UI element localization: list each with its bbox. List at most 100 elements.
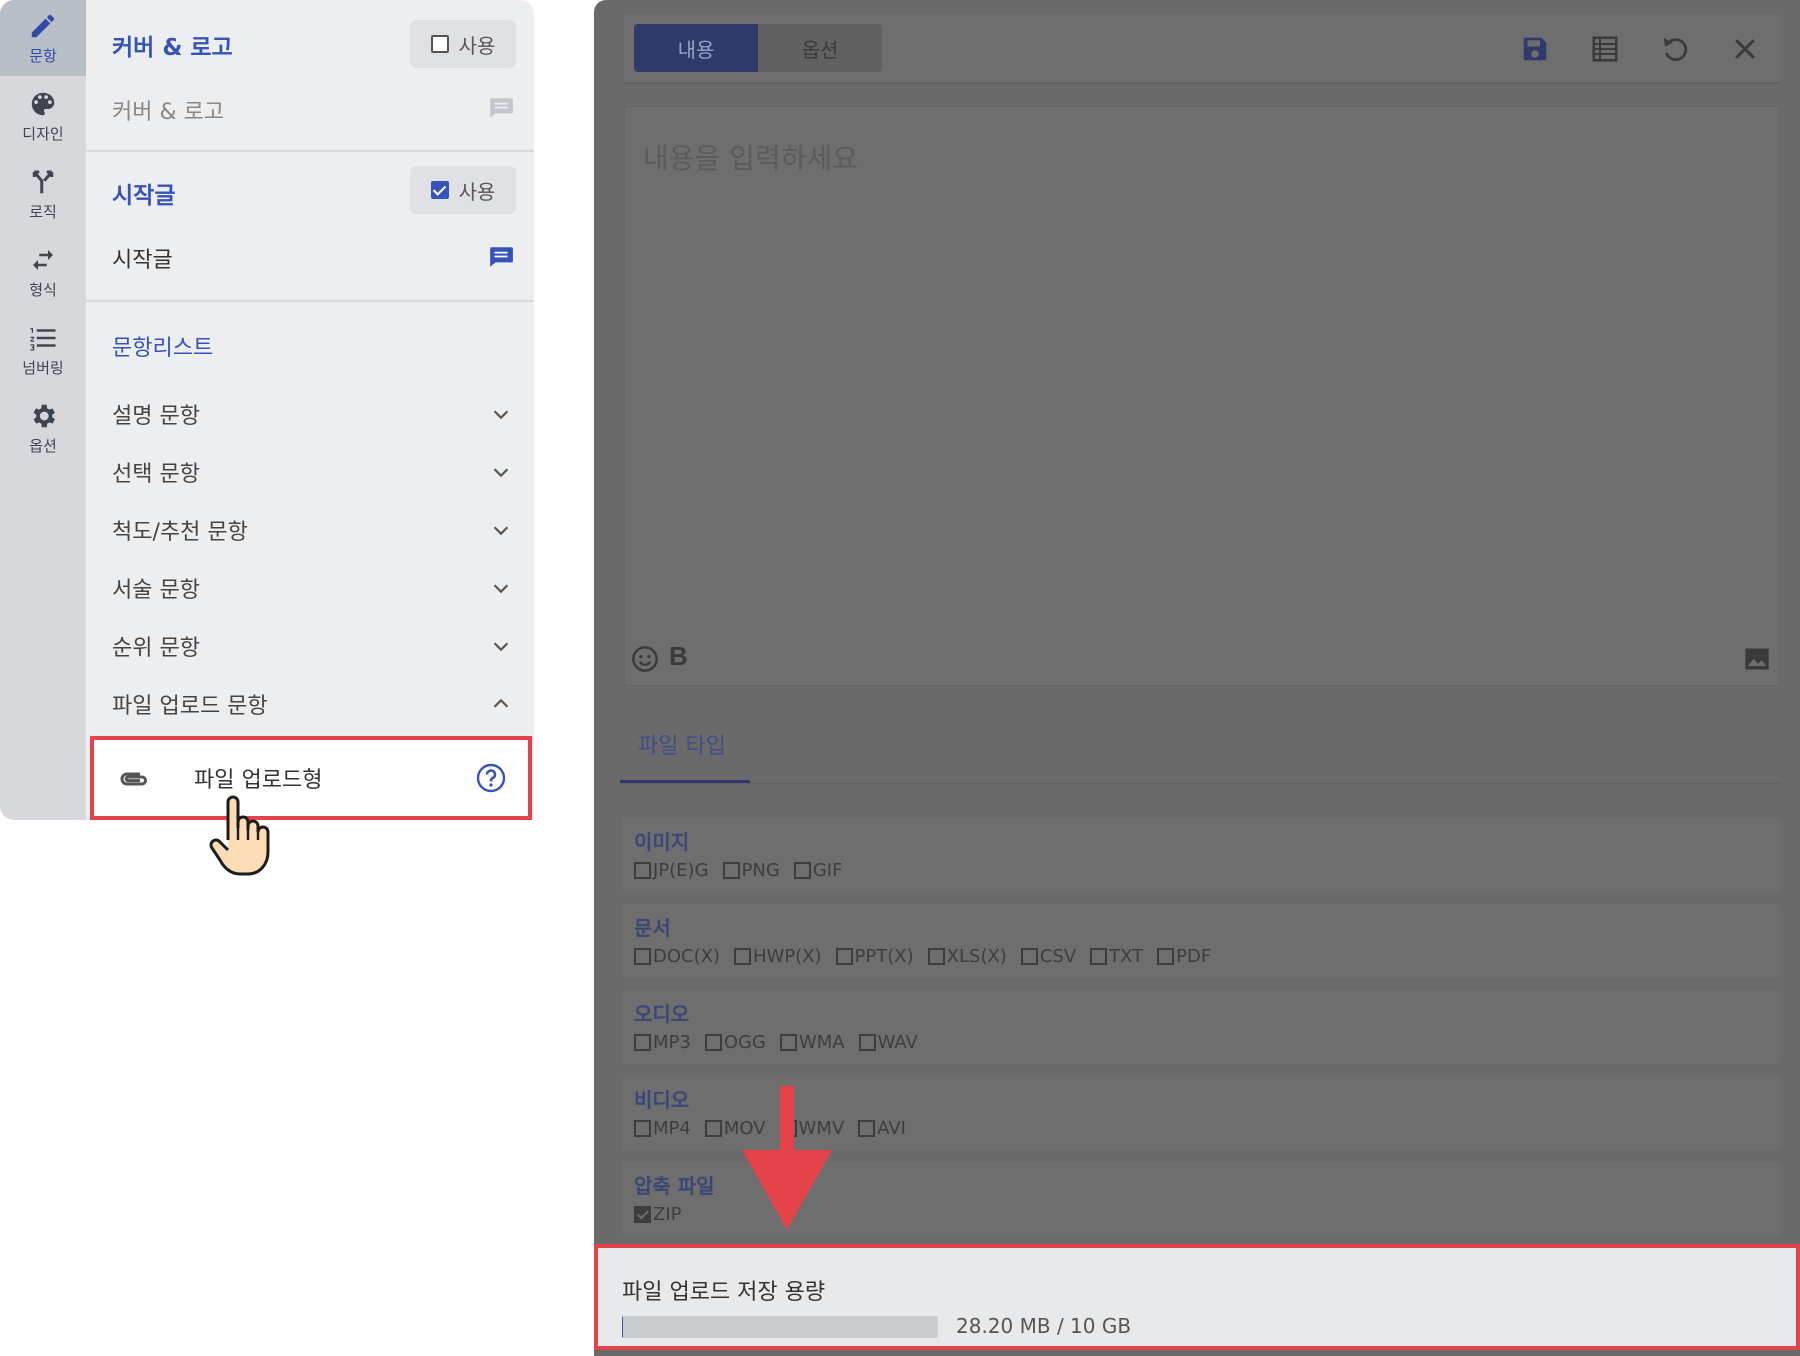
tab-file-type[interactable]: 파일 타입 [638,728,726,760]
storage-usage-text: 28.20 MB / 10 GB [956,1314,1132,1338]
pencil-icon [31,14,55,37]
divider [620,783,1780,784]
group-title: 비디오 [634,1088,690,1112]
emoji-icon[interactable] [631,645,659,673]
intro-item[interactable]: 시작글 [112,242,173,274]
gear-icon [33,404,56,427]
chevron-up-icon [493,698,509,708]
option-xls[interactable]: XLS(X) [927,946,1007,967]
option-zip[interactable]: ZIP [634,1204,682,1225]
rail-item-format[interactable]: 형식 [0,234,86,310]
option-label: WAV [877,1032,918,1053]
file-group-audio: 오디오 MP3 OGG WMA WAV [622,990,1780,1064]
intro-toggle[interactable]: 사용 [410,166,516,214]
option-label: TXT [1109,946,1144,967]
storage-progress-fill [622,1316,623,1338]
option-pdf[interactable]: PDF [1157,946,1211,967]
accordion-text[interactable]: 서술 문항 [112,568,512,608]
help-circle-icon[interactable] [476,763,506,793]
tab-options[interactable]: 옵션 [758,24,882,72]
close-icon[interactable] [1730,34,1760,64]
editor-footer: B [625,633,1779,685]
option-label: WMA [798,1032,845,1053]
content-editor[interactable]: 내용을 입력하세요 B [624,106,1780,686]
accordion-ranking[interactable]: 순위 문항 [112,626,512,666]
option-label: AVI [877,1118,906,1139]
option-gif[interactable]: GIF [793,860,843,881]
accordion-label: 순위 문항 [112,636,200,661]
survey-builder-sidebar: 문항 디자인 로직 형식 넘버링 옵션 커버 & 로고 사용 커버 & 로고 시… [0,0,534,876]
chevron-down-icon [493,584,509,594]
option-ogg[interactable]: OGG [704,1032,766,1053]
option-mov[interactable]: MOV [704,1118,766,1139]
option-wav[interactable]: WAV [858,1032,918,1053]
group-title: 오디오 [634,1002,690,1026]
comment-icon[interactable] [488,97,514,119]
option-txt[interactable]: TXT [1090,946,1143,967]
accordion-label: 설명 문항 [112,404,200,429]
group-title: 문서 [634,916,671,940]
bold-button[interactable]: B [669,641,688,672]
swap-icon [33,249,53,270]
option-label: WMV [798,1118,845,1139]
option-label: PDF [1176,946,1212,967]
file-upload-question-item[interactable]: 파일 업로드형 [90,736,532,820]
option-hwp[interactable]: HWP(X) [733,946,822,967]
option-label: OGG [723,1032,766,1053]
group-title: 이미지 [634,830,690,854]
image-icon[interactable] [1743,645,1771,673]
chevron-down-icon [493,410,509,420]
group-title: 압축 파일 [634,1174,715,1198]
option-label: MP3 [653,1032,691,1053]
comment-icon[interactable] [488,246,514,268]
save-icon[interactable] [1520,34,1550,64]
tab-content[interactable]: 내용 [634,24,758,72]
rail-label: 로직 [29,202,57,221]
option-ppt[interactable]: PPT(X) [835,946,914,967]
storage-progress-bar [622,1316,938,1338]
branch-icon [32,170,54,193]
option-png[interactable]: PNG [722,860,780,881]
editor-toolbar: 내용 옵션 [624,14,1780,84]
annotation-arrow-head [742,1150,832,1230]
table-icon[interactable] [1590,34,1620,64]
pointer-hand-icon [209,795,270,876]
chevron-down-icon [493,468,509,478]
rail-item-design[interactable]: 디자인 [0,78,86,154]
option-label: PPT(X) [854,946,914,967]
rail-label: 문항 [29,46,57,65]
option-mp3[interactable]: MP3 [634,1032,691,1053]
rail-item-numbering[interactable]: 넘버링 [0,312,86,388]
palette-icon [31,92,55,115]
option-avi[interactable]: AVI [858,1118,906,1139]
cover-logo-toggle[interactable]: 사용 [410,20,516,68]
option-doc[interactable]: DOC(X) [634,946,720,967]
option-csv[interactable]: CSV [1020,946,1077,967]
question-editor-panel: 내용 옵션 내용을 입력하세요 B 파일 타입 이미지 JP(E)G PNG G… [594,0,1800,1356]
file-group-image: 이미지 JP(E)G PNG GIF [622,818,1780,892]
cover-logo-item[interactable]: 커버 & 로고 [112,94,224,126]
option-jpeg[interactable]: JP(E)G [634,860,709,881]
file-group-video: 비디오 MP4 MOV WMV AVI [622,1076,1780,1150]
option-label: CSV [1039,946,1077,967]
rail-item-questions[interactable]: 문항 [0,0,86,76]
option-label: GIF [812,860,843,881]
chevron-down-icon [493,526,509,536]
accordion-description[interactable]: 설명 문항 [112,394,512,434]
undo-icon[interactable] [1660,34,1690,64]
icon-rail: 문항 디자인 로직 형식 넘버링 옵션 [0,0,86,820]
rail-label: 넘버링 [22,358,64,377]
toggle-label: 사용 [458,179,496,204]
accordion-label: 선택 문항 [112,462,200,487]
accordion-file-upload[interactable]: 파일 업로드 문항 [112,684,512,724]
option-wma[interactable]: WMA [779,1032,845,1053]
rail-label: 옵션 [29,436,57,455]
accordion-scale[interactable]: 척도/추천 문항 [112,510,512,550]
option-label: ZIP [653,1204,682,1225]
option-label: PNG [741,860,780,881]
rail-item-options[interactable]: 옵션 [0,390,86,466]
accordion-choice[interactable]: 선택 문항 [112,452,512,492]
cover-logo-title: 커버 & 로고 [112,35,233,61]
rail-item-logic[interactable]: 로직 [0,156,86,232]
option-mp4[interactable]: MP4 [634,1118,691,1139]
